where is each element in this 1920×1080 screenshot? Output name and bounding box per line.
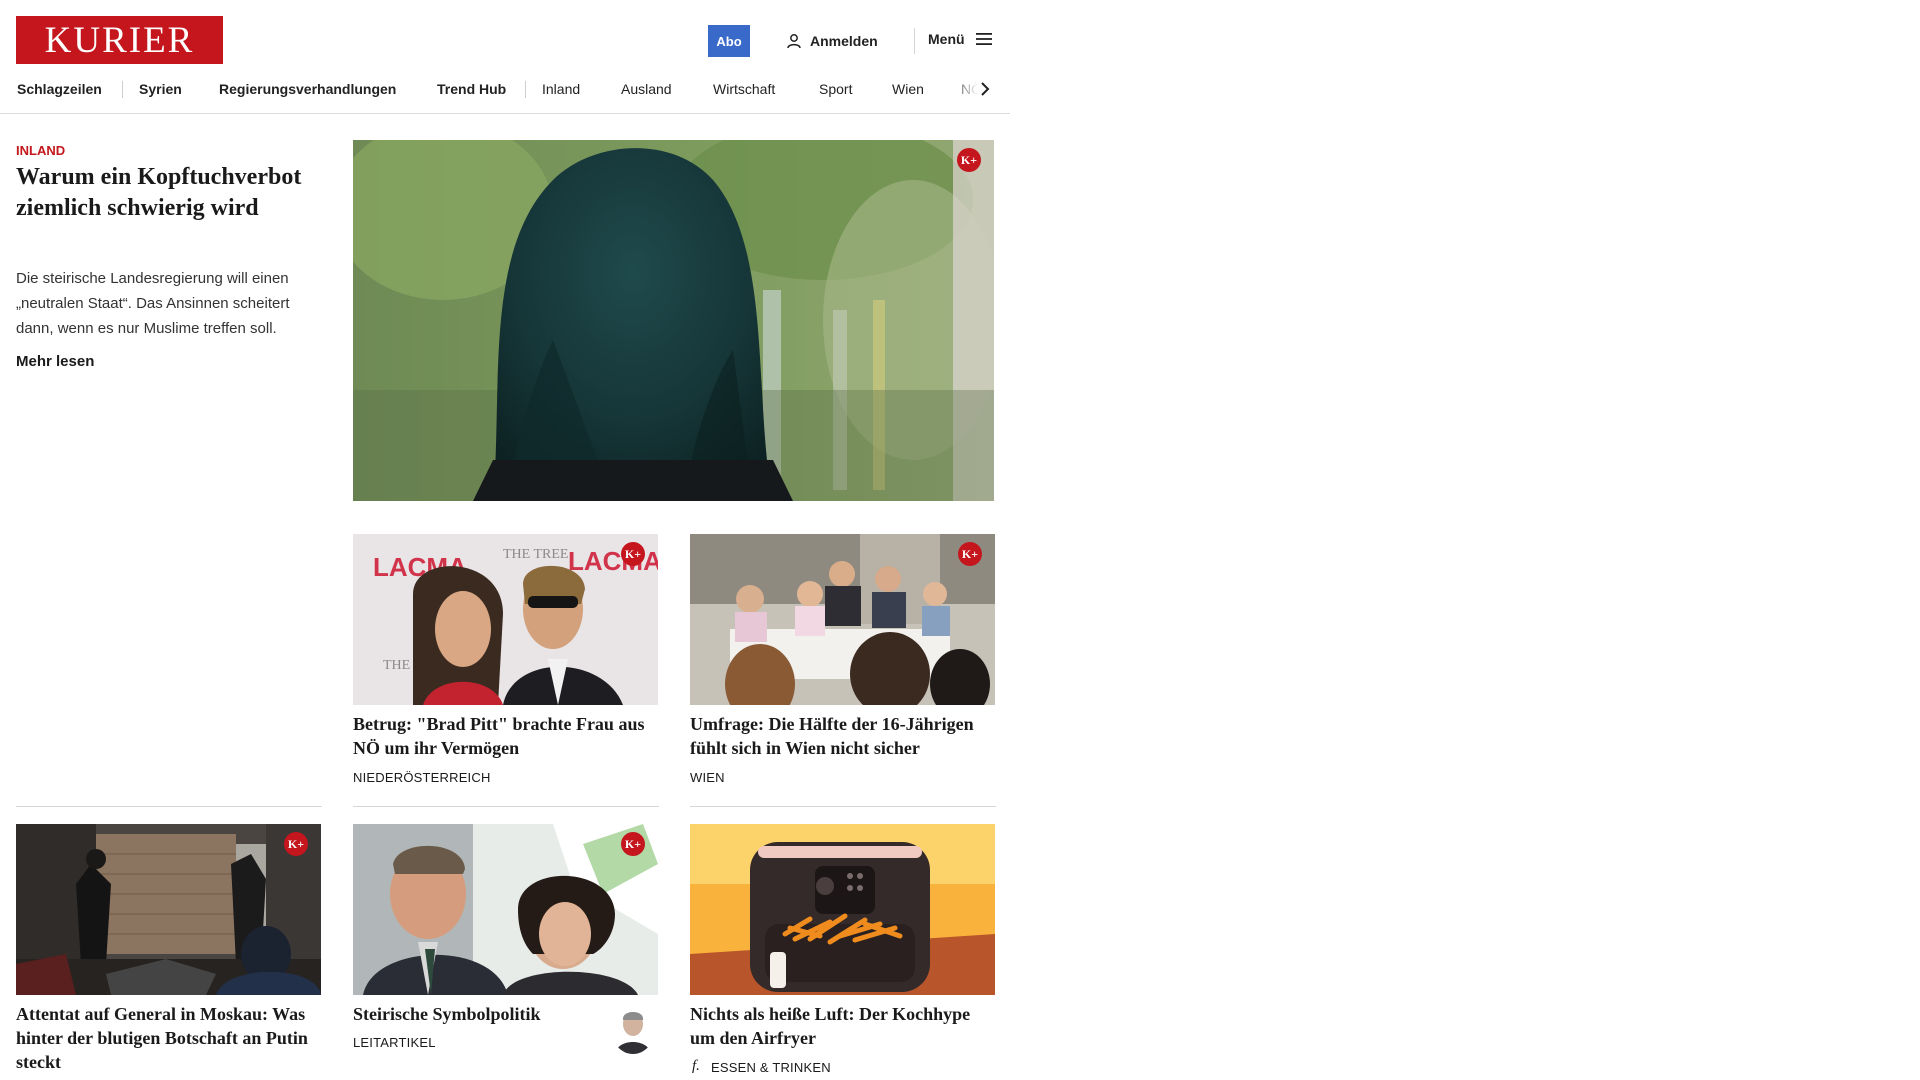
user-icon	[787, 34, 801, 49]
airfryer-illustration	[690, 824, 995, 995]
card-title-umfrage[interactable]: Umfrage: Die Hälfte der 16-Jähri­gen füh…	[690, 712, 996, 760]
nav-item-sport[interactable]: Sport	[819, 78, 852, 100]
chevron-right-icon[interactable]	[976, 80, 994, 98]
card-image-brad-pitt[interactable]: LACMA LACMA THE TREE THE TREE K+	[353, 534, 658, 705]
hamburger-icon	[975, 33, 992, 45]
nav-item-regierungsverhandlungen[interactable]: Regierungsverhandlungen	[219, 78, 396, 100]
separator	[16, 806, 322, 807]
card-category-essen-trinken[interactable]: ESSEN & TRINKEN	[711, 1060, 831, 1075]
svg-text:THE TREE: THE TREE	[503, 547, 568, 562]
card-title-attentat[interactable]: Attentat auf General in Moskau: Was hint…	[16, 1002, 322, 1074]
kplus-badge: K+	[284, 832, 308, 856]
card-category-noe[interactable]: NIEDERÖSTERREICH	[353, 770, 491, 785]
header-divider	[914, 28, 915, 54]
nav-item-schlagzeilen[interactable]: Schlagzeilen	[17, 78, 102, 100]
nav-item-inland[interactable]: Inland	[542, 78, 580, 100]
nav-item-ausland[interactable]: Ausland	[621, 78, 672, 100]
nav-separator	[122, 81, 123, 98]
nav-item-wien[interactable]: Wien	[892, 78, 924, 100]
card-image-attentat[interactable]: K+	[16, 824, 321, 995]
login-button[interactable]: Anmelden	[786, 31, 878, 51]
nav-item-syrien[interactable]: Syrien	[139, 78, 182, 100]
abo-button[interactable]: Abo	[708, 25, 750, 57]
site-header: KURIER Abo Anmelden Menü Schlagzeilen Sy…	[0, 0, 1010, 114]
separator	[690, 806, 996, 807]
card-category-leitartikel[interactable]: LEITARTIKEL	[353, 1035, 436, 1050]
read-more-link[interactable]: Mehr lesen	[16, 353, 94, 370]
card-image-umfrage[interactable]: K+	[690, 534, 995, 705]
card-title-symbolpolitik[interactable]: Steirische Symbolpolitik	[353, 1002, 593, 1026]
lead-teaser: Die steirische Landesregierung will eine…	[16, 270, 290, 337]
nav-item-trend-hub[interactable]: Trend Hub	[437, 78, 506, 100]
card-title-brad-pitt[interactable]: Betrug: "Brad Pitt" brachte Frau aus NÖ …	[353, 712, 659, 760]
site-logo[interactable]: KURIER	[16, 16, 223, 64]
separator	[353, 806, 659, 807]
lead-kicker[interactable]: INLAND	[16, 143, 65, 158]
classroom-photo	[690, 534, 995, 705]
card-category-wien[interactable]: WIEN	[690, 770, 725, 785]
lead-image[interactable]: K+	[353, 140, 994, 501]
card-title-airfryer[interactable]: Nichts als heiße Luft: Der Koch­hype um …	[690, 1002, 996, 1050]
menu-label: Menü	[928, 31, 965, 47]
nav-separator	[525, 81, 526, 98]
section-nav: Schlagzeilen Syrien Regierungsverhandlun…	[0, 78, 1010, 100]
author-avatar	[611, 1004, 655, 1054]
headscarf-photo	[353, 140, 994, 501]
kplus-badge: K+	[621, 832, 645, 856]
login-label: Anmelden	[810, 33, 878, 49]
kplus-badge: K+	[621, 542, 645, 566]
politicians-photo	[353, 824, 658, 995]
card-image-symbolpolitik[interactable]: K+	[353, 824, 658, 995]
menu-button[interactable]: Menü	[928, 31, 993, 47]
kplus-badge: K+	[958, 542, 982, 566]
lead-headline[interactable]: Warum ein Kopftuchver­bot ziemlich schwi…	[16, 162, 316, 224]
nav-item-wirtschaft[interactable]: Wirtschaft	[713, 78, 775, 100]
author-portrait	[611, 1004, 655, 1054]
kplus-badge: K+	[957, 148, 981, 172]
red-carpet-photo: LACMA LACMA THE TREE THE TREE	[353, 534, 658, 705]
freizeit-f-icon: f.	[692, 1058, 700, 1074]
crime-scene-photo	[16, 824, 321, 995]
card-image-airfryer[interactable]	[690, 824, 995, 995]
